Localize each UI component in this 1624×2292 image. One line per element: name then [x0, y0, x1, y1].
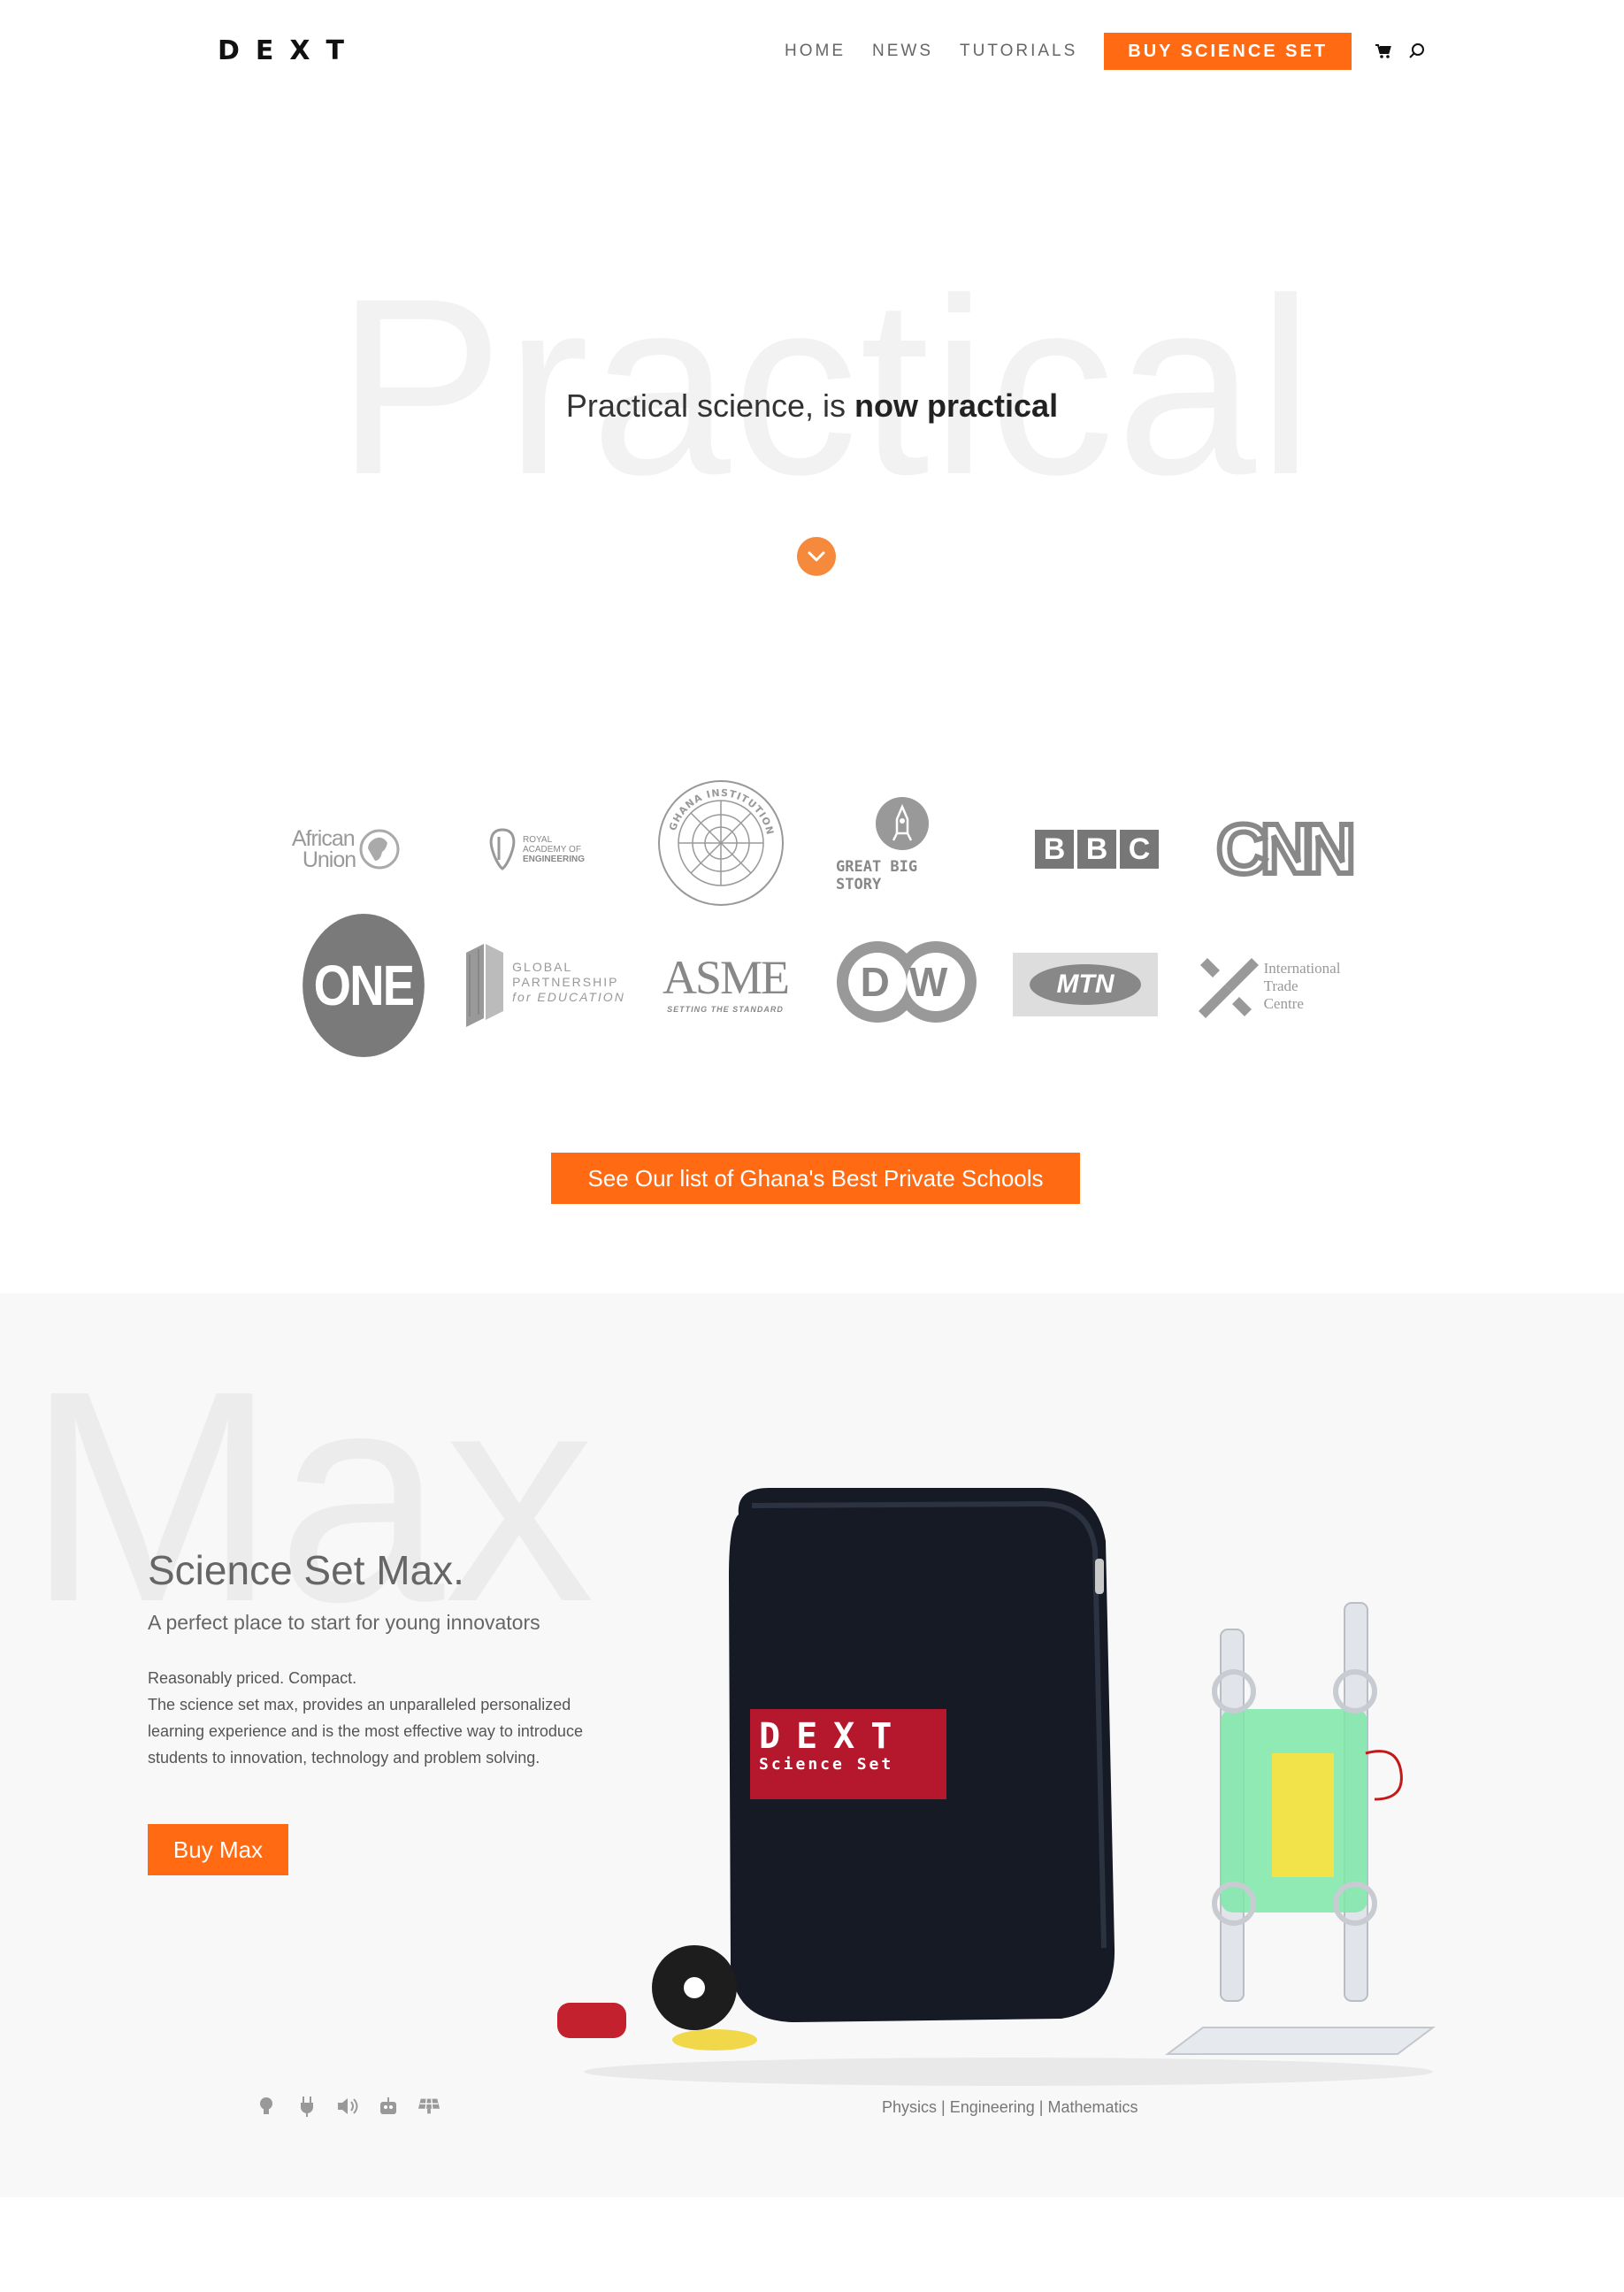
global-partnership-education-logo: GLOBAL PARTNERSHIP for EDUCATION	[460, 933, 628, 1031]
buy-science-set-button[interactable]: BUY SCIENCE SET	[1104, 33, 1352, 70]
max-title: Science Set Max.	[148, 1547, 464, 1593]
ghana-institution-engineers-logo: GHANA INSTITUTION OF ENGINEERS	[655, 777, 787, 909]
rae-line2: ACADEMY OF	[522, 844, 581, 855]
hero-headline: Practical science, is now practical	[0, 387, 1624, 425]
bbc-logo: B B C	[1030, 818, 1163, 880]
cart-icon[interactable]	[1369, 37, 1398, 65]
max-description-line1: Reasonably priced. Compact.	[148, 1669, 357, 1687]
hero-headline-light: Practical science, is	[565, 387, 855, 424]
gioe-text: GHANA INSTITUTION OF ENGINEERS	[656, 778, 776, 840]
cnn-logo: CNN	[1212, 805, 1358, 893]
lightbulb-icon	[255, 2095, 278, 2118]
rae-line3: ENGINEERING	[522, 854, 585, 864]
main-nav: HOME NEWS TUTORIALS BUY SCIENCE SET	[785, 32, 1431, 71]
one-logo: ONE	[292, 914, 435, 1057]
chevron-down-icon[interactable]	[797, 537, 836, 576]
bbc-b1: B	[1035, 830, 1074, 869]
max-description-line2: The science set max, provides an unparal…	[148, 1696, 583, 1767]
bag-label-brand: DEXT	[759, 1716, 908, 1757]
gpe-line3: for EDUCATION	[512, 989, 625, 1004]
asme-text: ASME	[662, 951, 790, 1004]
svg-text:GHANA INSTITUTION OF ENGINEERS: GHANA INSTITUTION OF ENGINEERS	[656, 778, 777, 840]
dw-logo: DW	[831, 938, 982, 1026]
dw-text: DW	[860, 959, 968, 1005]
science-set-max-section: Max Science Set Max. A perfect place to …	[0, 1293, 1624, 2197]
one-text: ONE	[303, 914, 425, 1057]
bbc-b2: B	[1077, 830, 1116, 869]
great-big-story-logo: GREAT BIG STORY	[836, 792, 969, 898]
rae-line1: ROYAL	[522, 834, 553, 845]
dext-logo[interactable]: DEXT	[218, 35, 360, 66]
robot-icon	[377, 2095, 400, 2118]
bbc-c: C	[1120, 830, 1159, 869]
african-union-logo: African Union	[285, 814, 409, 885]
search-icon[interactable]	[1403, 37, 1431, 65]
asme-tagline: SETTING THE STANDARD	[667, 1005, 784, 1014]
mtn-text: MTN	[1030, 964, 1141, 1005]
subjects-list: Physics | Engineering | Mathematics	[882, 2098, 1138, 2116]
mtn-logo: MTN	[1013, 953, 1158, 1016]
site-header: DEXT HOME NEWS TUTORIALS BUY SCIENCE SET	[0, 0, 1624, 106]
asme-logo: ASME SETTING THE STANDARD	[655, 933, 796, 1031]
royal-academy-engineering-logo: ROYAL ACADEMY OF ENGINEERING	[474, 814, 598, 885]
max-subtitle: A perfect place to start for young innov…	[148, 1611, 540, 1634]
solar-panel-icon	[417, 2095, 440, 2118]
gpe-line2: PARTNERSHIP	[512, 974, 619, 989]
speaker-icon	[336, 2095, 359, 2118]
itc-logo: International Trade Centre	[1185, 942, 1353, 1031]
max-background-word: Max	[27, 1329, 595, 1665]
nav-home[interactable]: HOME	[785, 42, 846, 61]
african-union-word2: Union	[302, 847, 356, 872]
feature-icons	[255, 2095, 440, 2118]
nav-news[interactable]: NEWS	[872, 42, 933, 61]
great-big-story-text: GREAT BIG STORY	[836, 858, 918, 893]
african-union-word1: African	[291, 826, 356, 851]
hero-headline-bold: now practical	[854, 387, 1059, 424]
cnn-text: CNN	[1214, 807, 1358, 891]
bag-label-sub: Science Set	[759, 1755, 894, 1774]
best-private-schools-button[interactable]: See Our list of Ghana's Best Private Sch…	[551, 1153, 1080, 1204]
itc-line3: Centre	[1263, 995, 1304, 1012]
nav-tutorials[interactable]: TUTORIALS	[960, 42, 1077, 61]
itc-line1: International	[1263, 960, 1341, 977]
max-description: Reasonably priced. Compact. The science …	[148, 1665, 608, 1771]
gpe-line1: GLOBAL	[512, 959, 573, 974]
buy-max-button[interactable]: Buy Max	[148, 1824, 288, 1875]
bag-label: DEXT Science Set	[750, 1709, 946, 1799]
itc-line2: Trade	[1263, 977, 1298, 994]
science-set-max-product-image: DEXT Science Set	[548, 1488, 1459, 2098]
plug-icon	[295, 2095, 318, 2118]
